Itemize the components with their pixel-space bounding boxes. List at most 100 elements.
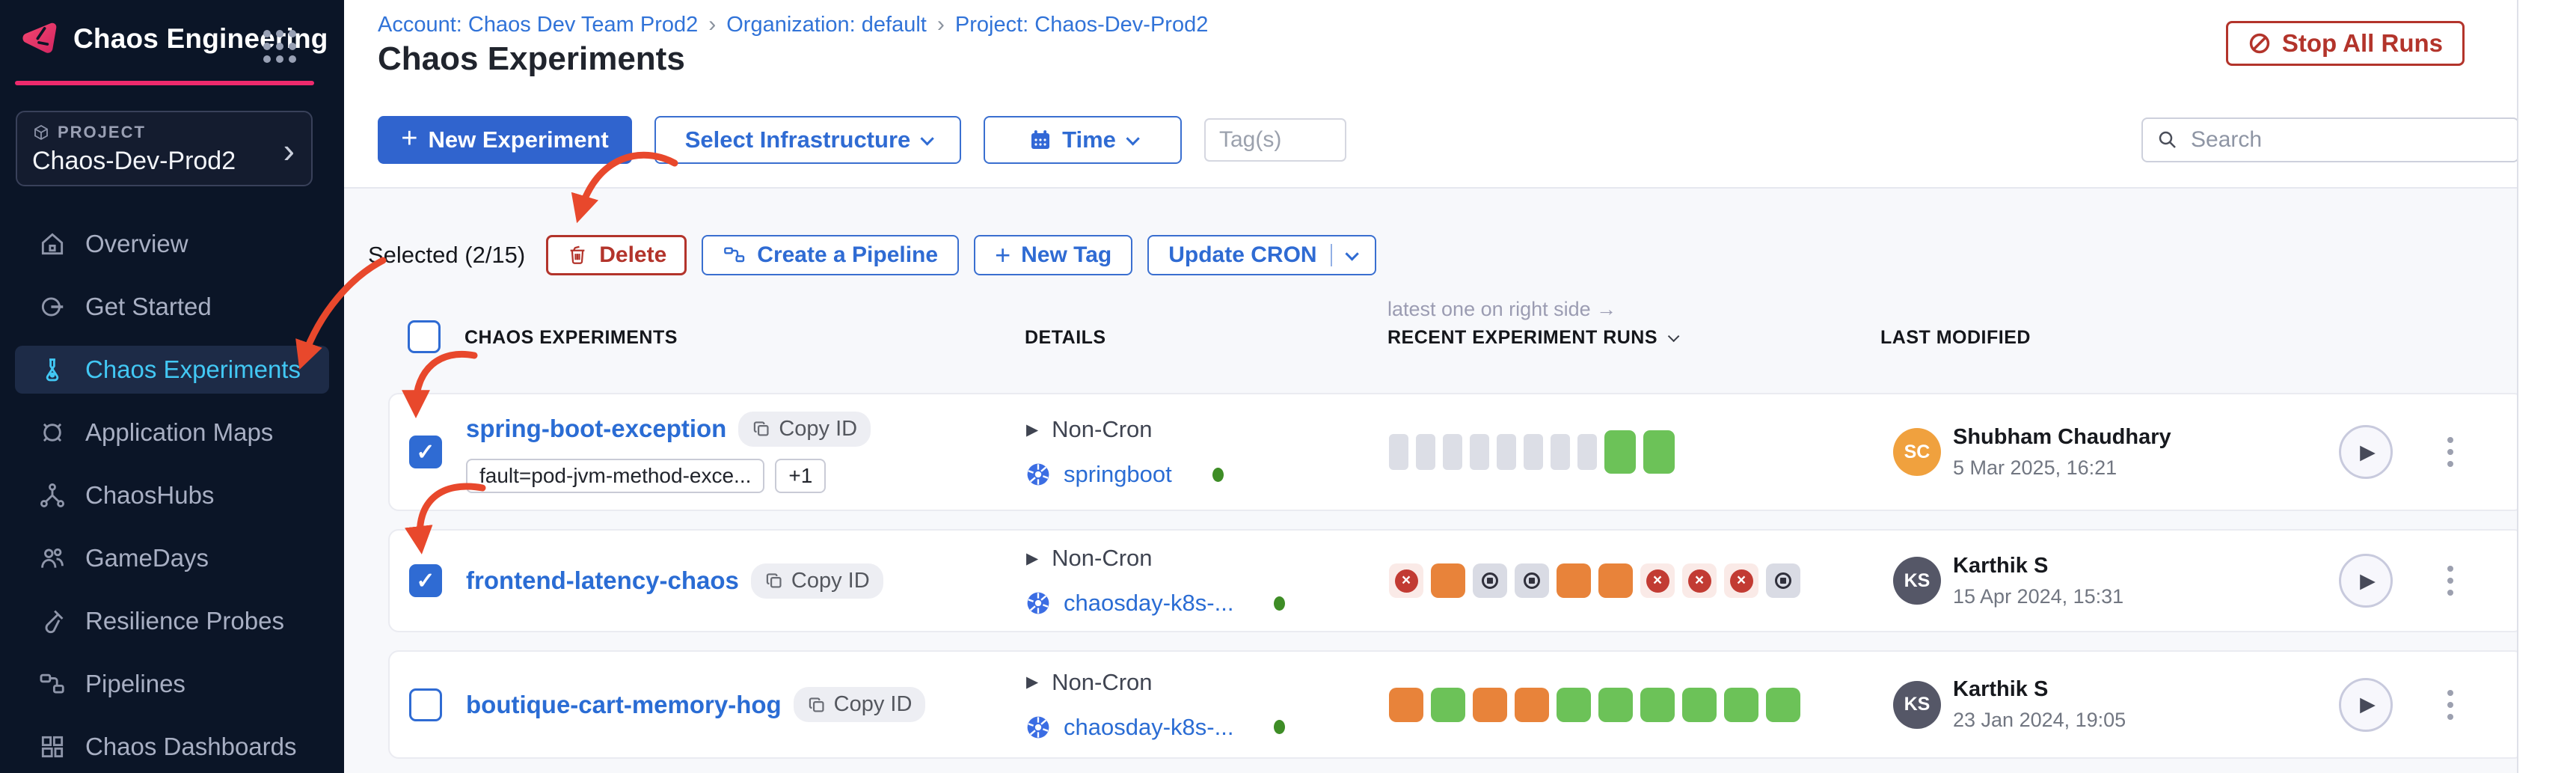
sidebar-item-get-started[interactable]: Get Started xyxy=(15,283,329,331)
dashboard-icon xyxy=(37,732,67,762)
run-status-running[interactable] xyxy=(1389,688,1423,722)
run-status-failed[interactable]: × xyxy=(1640,563,1675,598)
create-pipeline-label: Create a Pipeline xyxy=(757,242,938,268)
sidebar-item-gamedays[interactable]: GameDays xyxy=(15,534,329,582)
run-status-stopped[interactable] xyxy=(1515,563,1549,598)
run-status-failed[interactable]: × xyxy=(1682,563,1717,598)
time-filter-dropdown[interactable]: Time xyxy=(984,116,1182,164)
copy-icon xyxy=(752,419,771,439)
sidebar-item-chaos-dashboards[interactable]: Chaos Dashboards xyxy=(15,723,329,771)
run-experiment-button[interactable]: ▶ xyxy=(2339,425,2393,479)
run-status-skipped[interactable] xyxy=(1470,434,1489,470)
breadcrumb-account-link[interactable]: Account: Chaos Dev Team Prod2 xyxy=(378,13,698,37)
run-status-passed-tall[interactable] xyxy=(1604,430,1636,474)
copy-icon xyxy=(807,695,827,715)
recent-runs[interactable]: ×××× xyxy=(1389,531,1800,631)
app-switcher-grid-icon[interactable] xyxy=(263,30,296,63)
run-status-running[interactable] xyxy=(1598,563,1633,598)
column-header-last-modified: LAST MODIFIED xyxy=(1880,327,2031,349)
infrastructure-link[interactable]: chaosday-k8s-... xyxy=(1064,590,1233,617)
run-status-skipped[interactable] xyxy=(1551,434,1570,470)
recent-runs[interactable] xyxy=(1389,652,1800,757)
run-status-running[interactable] xyxy=(1473,688,1507,722)
run-experiment-button[interactable]: ▶ xyxy=(2339,678,2393,732)
new-tag-button[interactable]: + New Tag xyxy=(974,235,1132,275)
sidebar-item-chaoshubs[interactable]: ChaosHubs xyxy=(15,471,329,519)
run-status-passed[interactable] xyxy=(1640,688,1675,722)
chevron-down-icon xyxy=(921,132,934,145)
run-status-passed[interactable] xyxy=(1724,688,1758,722)
new-experiment-label: New Experiment xyxy=(429,126,609,153)
button-divider xyxy=(1331,244,1333,266)
run-status-skipped[interactable] xyxy=(1416,434,1435,470)
create-pipeline-button[interactable]: Create a Pipeline xyxy=(702,235,959,275)
run-status-passed[interactable] xyxy=(1557,688,1591,722)
experiment-name-link[interactable]: frontend-latency-chaos xyxy=(466,566,739,595)
run-status-running[interactable] xyxy=(1431,563,1465,598)
row-menu-kebab-icon[interactable] xyxy=(2443,433,2458,471)
run-status-running[interactable] xyxy=(1515,688,1549,722)
run-status-stopped[interactable] xyxy=(1473,563,1507,598)
row-menu-kebab-icon[interactable] xyxy=(2443,561,2458,600)
run-status-passed[interactable] xyxy=(1598,688,1633,722)
infrastructure-link[interactable]: springboot xyxy=(1064,461,1172,488)
time-label: Time xyxy=(1062,126,1116,153)
row-checkbox[interactable] xyxy=(409,564,442,597)
row-menu-kebab-icon[interactable] xyxy=(2443,685,2458,724)
select-infrastructure-dropdown[interactable]: Select Infrastructure xyxy=(654,116,961,164)
breadcrumb: Account: Chaos Dev Team Prod2 › Organiza… xyxy=(378,12,1208,37)
run-status-skipped[interactable] xyxy=(1524,434,1543,470)
run-status-passed[interactable] xyxy=(1431,688,1465,722)
infrastructure-link[interactable]: chaosday-k8s-... xyxy=(1064,714,1233,741)
run-status-skipped[interactable] xyxy=(1443,434,1462,470)
column-header-recent-runs[interactable]: RECENT EXPERIMENT RUNS xyxy=(1387,327,1676,349)
schedule-line[interactable]: ▶ Non-Cron xyxy=(1026,416,1224,443)
tag-chip[interactable]: +1 xyxy=(775,459,826,493)
experiment-name-link[interactable]: boutique-cart-memory-hog xyxy=(466,691,782,719)
stop-all-runs-label: Stop All Runs xyxy=(2282,29,2443,58)
delete-selected-button[interactable]: Delete xyxy=(546,235,687,275)
update-cron-split-button[interactable]: Update CRON xyxy=(1147,235,1376,275)
scrollbar-gutter[interactable] xyxy=(2517,0,2576,773)
copy-id-button[interactable]: Copy ID xyxy=(738,412,871,447)
schedule-line[interactable]: ▶ Non-Cron xyxy=(1026,545,1285,572)
sidebar-item-overview[interactable]: Overview xyxy=(15,220,329,268)
breadcrumb-project-link[interactable]: Project: Chaos-Dev-Prod2 xyxy=(955,13,1208,37)
run-status-stopped[interactable] xyxy=(1766,563,1800,598)
infra-status-dot xyxy=(1274,720,1285,734)
infrastructure-line: chaosday-k8s-... xyxy=(1026,714,1285,741)
run-status-running[interactable] xyxy=(1557,563,1591,598)
search-input[interactable] xyxy=(2191,127,2504,153)
run-status-passed[interactable] xyxy=(1682,688,1717,722)
run-experiment-button[interactable]: ▶ xyxy=(2339,554,2393,608)
infra-status-dot xyxy=(1212,468,1224,482)
sidebar-item-resilience-probes[interactable]: Resilience Probes xyxy=(15,597,329,645)
copy-id-button[interactable]: Copy ID xyxy=(751,563,883,599)
run-status-failed[interactable]: × xyxy=(1389,563,1423,598)
run-status-passed-tall[interactable] xyxy=(1643,430,1675,474)
experiment-name-link[interactable]: spring-boot-exception xyxy=(466,415,726,443)
run-status-skipped[interactable] xyxy=(1497,434,1516,470)
tags-filter-input[interactable] xyxy=(1204,118,1346,162)
run-status-failed[interactable]: × xyxy=(1724,563,1758,598)
breadcrumb-org-link[interactable]: Organization: default xyxy=(726,13,927,37)
schedule-line[interactable]: ▶ Non-Cron xyxy=(1026,669,1285,696)
pipeline-icon xyxy=(37,669,67,699)
select-all-checkbox[interactable] xyxy=(408,320,441,353)
stop-all-runs-button[interactable]: Stop All Runs xyxy=(2226,21,2465,66)
recent-runs[interactable] xyxy=(1389,394,1675,510)
project-selector[interactable]: PROJECT Chaos-Dev-Prod2 › xyxy=(16,111,313,186)
sidebar-item-label: ChaosHubs xyxy=(85,481,214,510)
run-status-skipped[interactable] xyxy=(1389,434,1408,470)
row-checkbox[interactable] xyxy=(409,688,442,721)
selection-bar: Selected (2/15) Delete Create a Pi xyxy=(368,235,1376,275)
row-checkbox[interactable] xyxy=(409,436,442,468)
copy-id-button[interactable]: Copy ID xyxy=(794,687,926,722)
run-status-skipped[interactable] xyxy=(1577,434,1597,470)
sidebar-item-chaos-experiments[interactable]: Chaos Experiments xyxy=(15,346,329,394)
run-status-passed[interactable] xyxy=(1766,688,1800,722)
new-experiment-button[interactable]: + New Experiment xyxy=(378,116,632,164)
sidebar-item-pipelines[interactable]: Pipelines xyxy=(15,660,329,708)
sidebar-item-application-maps[interactable]: Application Maps xyxy=(15,409,329,456)
tag-chip[interactable]: fault=pod-jvm-method-exce... xyxy=(466,459,764,493)
